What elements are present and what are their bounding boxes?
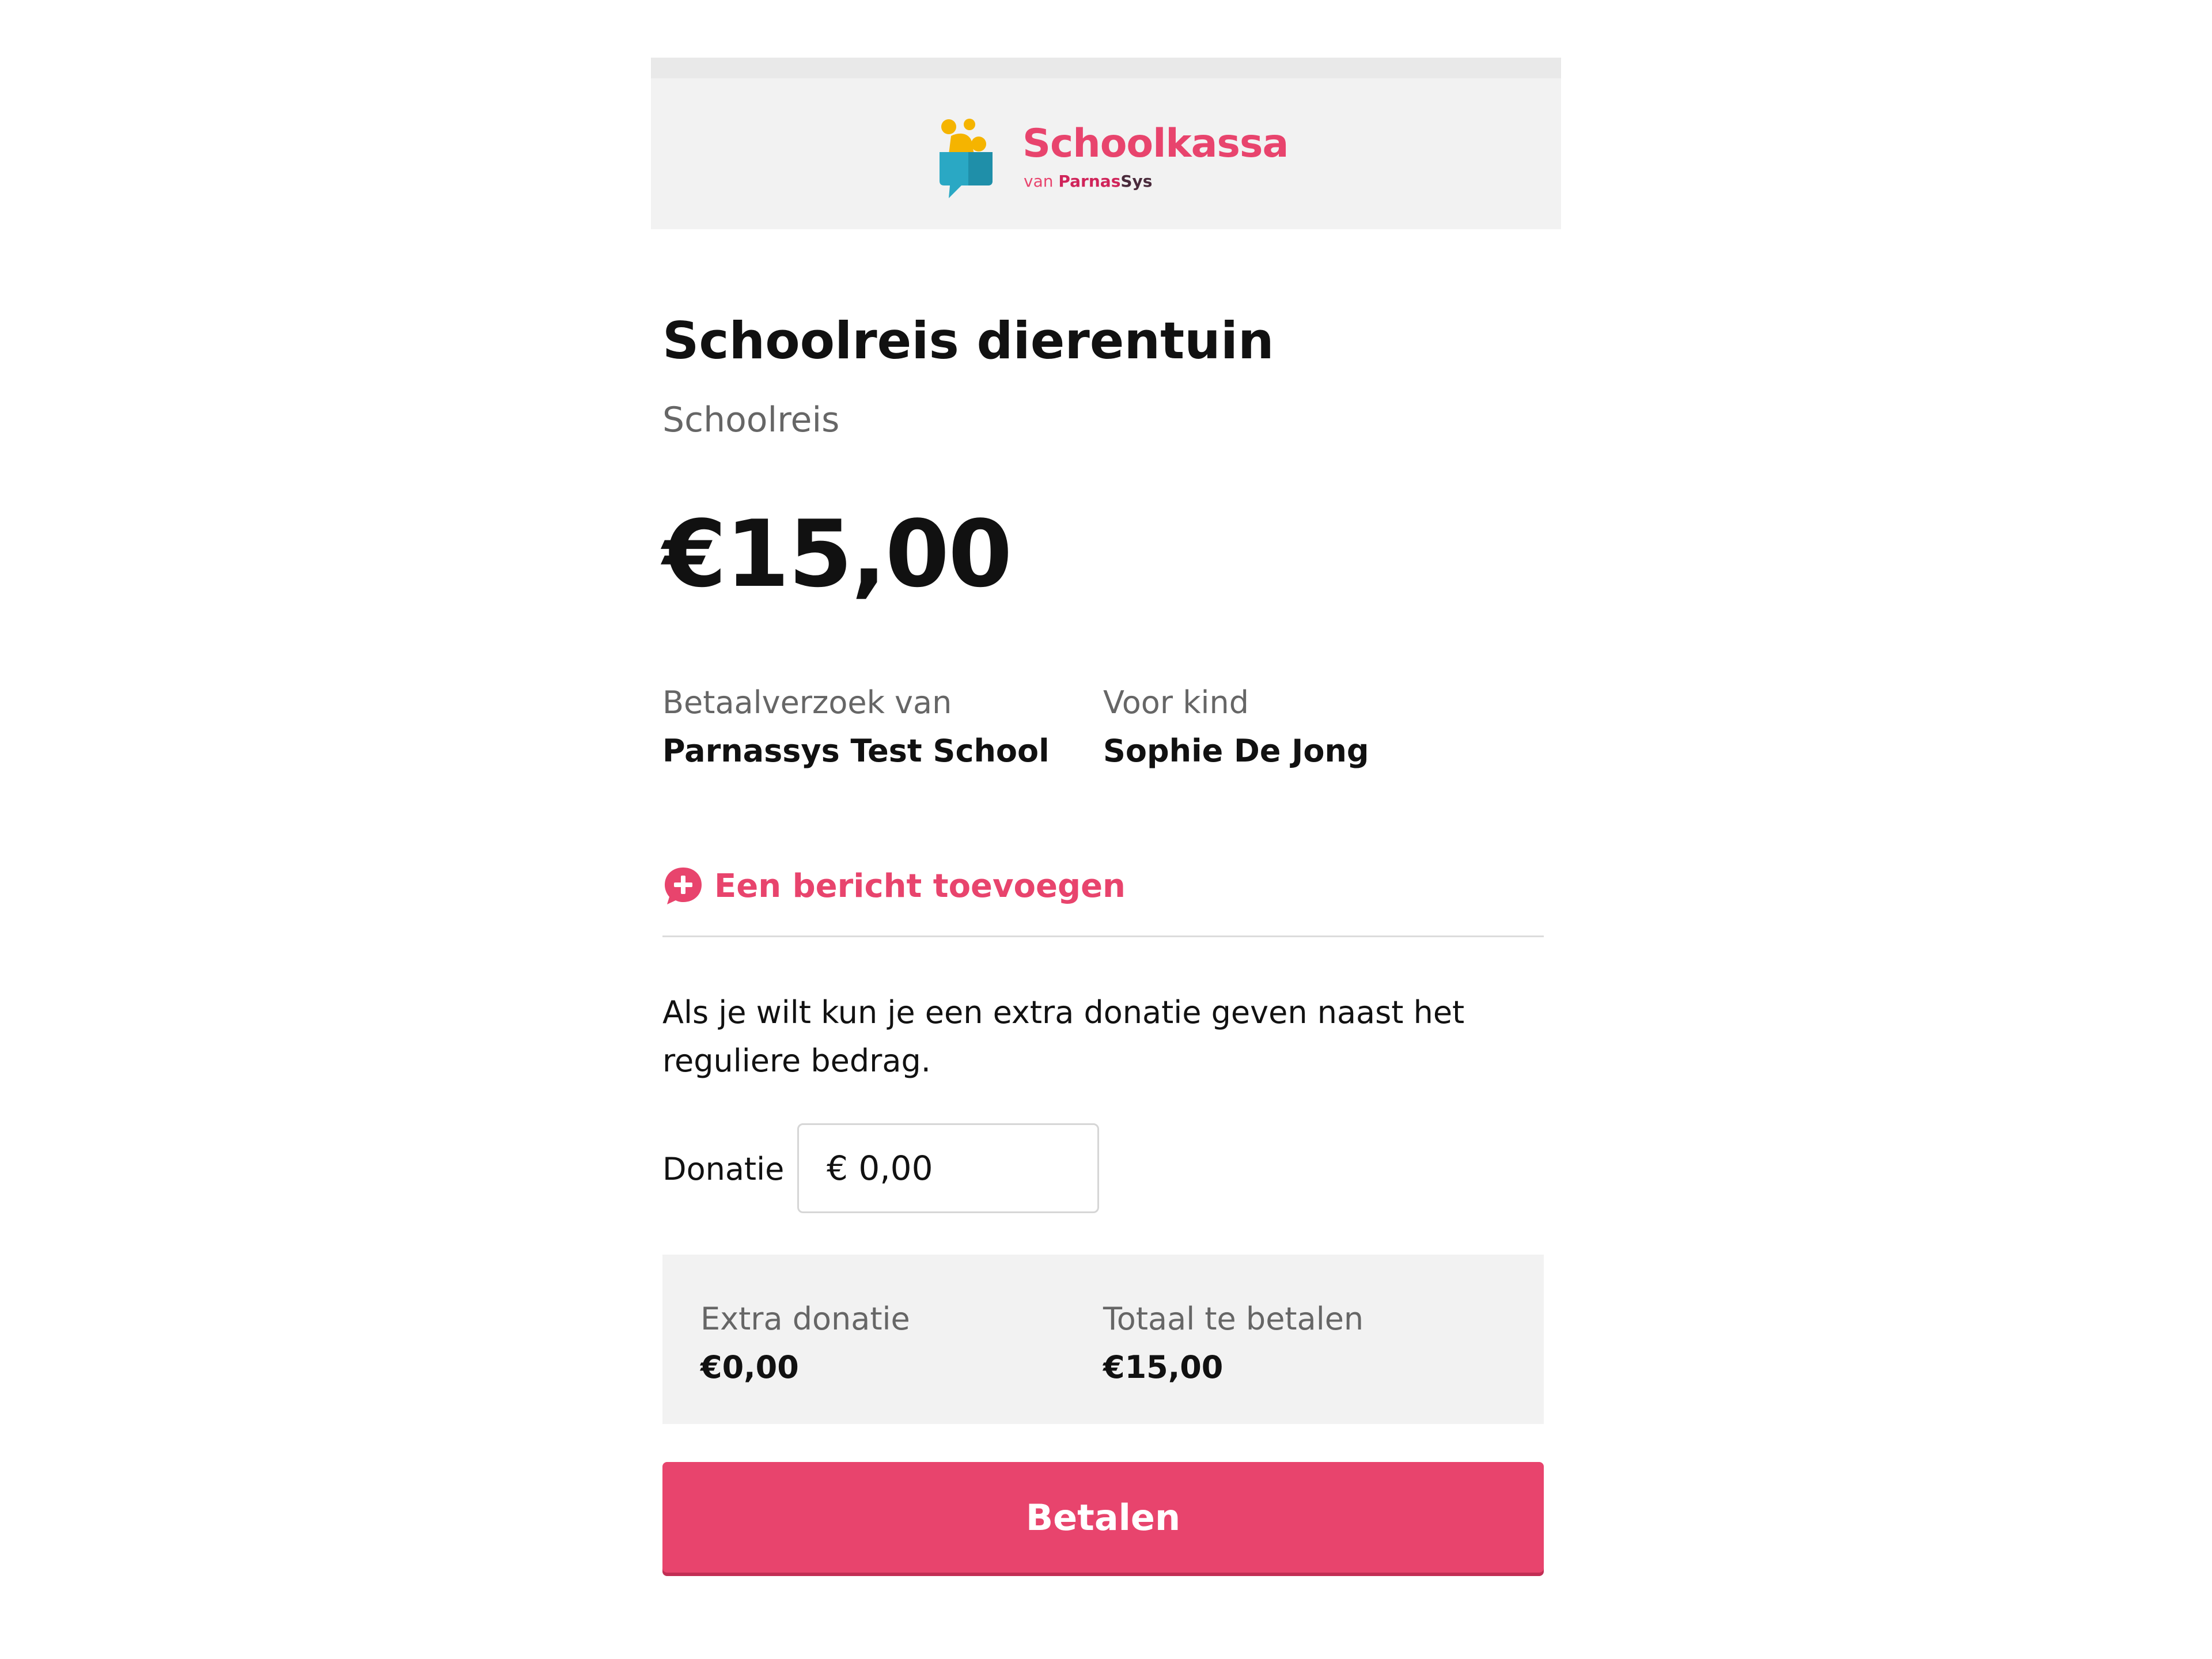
total-value: €15,00 — [1103, 1349, 1224, 1385]
payment-summary: Extra donatie €0,00 Totaal te betalen €1… — [662, 1255, 1544, 1424]
header: Schoolkassa van ParnasSys — [651, 58, 1561, 229]
brand-name: Schoolkassa — [1022, 121, 1289, 166]
payment-page: Schoolkassa van ParnasSys Schoolreis die… — [651, 58, 1561, 1613]
donation-label: Donatie — [662, 1151, 785, 1187]
request-from-value: Parnassys Test School — [662, 733, 1050, 769]
extra-donation-block: Extra donatie €0,00 — [700, 1295, 910, 1392]
brand-tagline: van ParnasSys — [1024, 172, 1152, 191]
tagline-brand-part2: Sys — [1120, 172, 1153, 191]
child-block: Voor kind Sophie De Jong — [1103, 679, 1369, 775]
extra-donation-value: €0,00 — [700, 1349, 799, 1385]
tagline-brand-part1: Parnas — [1058, 172, 1121, 191]
extra-donation-label: Extra donatie — [700, 1301, 910, 1337]
divider — [662, 935, 1544, 937]
brand-logo: Schoolkassa van ParnasSys — [936, 119, 1289, 205]
request-from-label: Betaalverzoek van — [662, 684, 952, 721]
donation-input[interactable] — [797, 1123, 1099, 1213]
payment-category: Schoolreis — [662, 400, 840, 440]
schoolkassa-logo-icon — [940, 119, 993, 198]
add-message-icon — [665, 868, 702, 904]
payment-title: Schoolreis dierentuin — [662, 311, 1274, 370]
child-label: Voor kind — [1103, 684, 1249, 721]
donation-explanation: Als je wilt kun je een extra donatie gev… — [662, 994, 1465, 1079]
total-block: Totaal te betalen €15,00 — [1103, 1295, 1363, 1392]
add-message-label: Een bericht toevoegen — [714, 867, 1126, 905]
payment-amount: €15,00 — [662, 500, 1012, 608]
pay-button[interactable]: Betalen — [662, 1462, 1544, 1573]
tagline-prefix: van — [1024, 172, 1054, 191]
total-label: Totaal te betalen — [1103, 1301, 1364, 1337]
tagline-brand: ParnasSys — [1058, 172, 1152, 191]
add-message-link[interactable]: Een bericht toevoegen — [662, 863, 1126, 909]
child-value: Sophie De Jong — [1103, 733, 1369, 769]
request-from-block: Betaalverzoek van Parnassys Test School — [662, 679, 1050, 775]
